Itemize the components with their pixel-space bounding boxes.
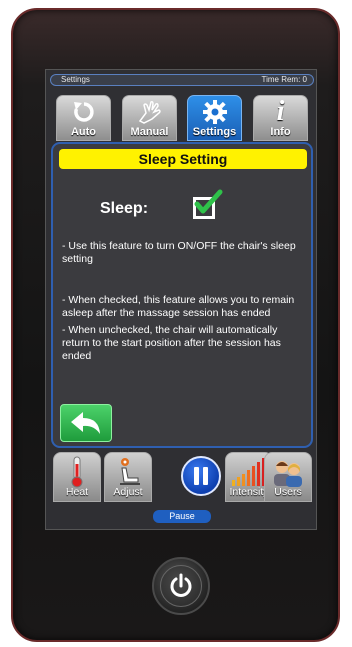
tab-manual[interactable]: Manual xyxy=(122,95,177,141)
thermometer-icon xyxy=(54,456,100,488)
power-icon xyxy=(170,573,192,597)
touch-screen: Settings Time Rem: 0 Auto Manual Setting… xyxy=(45,69,317,530)
bottom-controls: Heat Adjust Intensity Users xyxy=(51,452,313,504)
back-button[interactable] xyxy=(60,404,112,442)
gear-icon xyxy=(188,98,241,126)
pause-button[interactable] xyxy=(181,456,221,496)
adjust-button[interactable]: Adjust xyxy=(104,452,152,502)
screen-name: Settings xyxy=(61,75,90,84)
adjust-label: Adjust xyxy=(113,486,143,498)
mode-tabs: Auto Manual Settings i Info xyxy=(56,95,308,141)
heat-label: Heat xyxy=(65,486,89,498)
sleep-setting-panel: Sleep Setting Sleep: - Use this feature … xyxy=(51,142,313,448)
pause-icon xyxy=(194,467,208,485)
tab-info[interactable]: i Info xyxy=(253,95,308,141)
power-button[interactable] xyxy=(152,557,210,615)
time-remaining: Time Rem: 0 xyxy=(261,75,308,84)
tab-settings[interactable]: Settings xyxy=(187,95,242,141)
heat-button[interactable]: Heat xyxy=(53,452,101,502)
description-3: - When unchecked, the chair will automat… xyxy=(62,324,281,362)
info-icon: i xyxy=(276,96,285,127)
power-button-face xyxy=(160,565,202,607)
refresh-icon xyxy=(57,98,110,126)
sleep-label: Sleep: xyxy=(100,200,149,217)
back-arrow-icon xyxy=(71,412,100,434)
checkmark-icon xyxy=(194,189,223,214)
tab-auto-label: Auto xyxy=(70,126,97,138)
users-label: Users xyxy=(274,486,302,498)
description-2: - When checked, this feature allows you … xyxy=(62,294,295,319)
chair-adjust-icon xyxy=(105,456,151,488)
description-1: - Use this feature to turn ON/OFF the ch… xyxy=(62,240,296,265)
tab-manual-label: Manual xyxy=(130,126,169,138)
tab-settings-label: Settings xyxy=(192,126,237,138)
status-bar: Settings Time Rem: 0 xyxy=(50,74,314,86)
users-button[interactable]: Users xyxy=(264,452,312,502)
pause-label[interactable]: Pause xyxy=(153,510,211,523)
tab-info-label: Info xyxy=(270,126,291,138)
tab-auto[interactable]: Auto xyxy=(56,95,111,141)
users-icon xyxy=(265,456,311,488)
hand-icon xyxy=(123,98,176,126)
panel-title: Sleep Setting xyxy=(59,149,307,169)
